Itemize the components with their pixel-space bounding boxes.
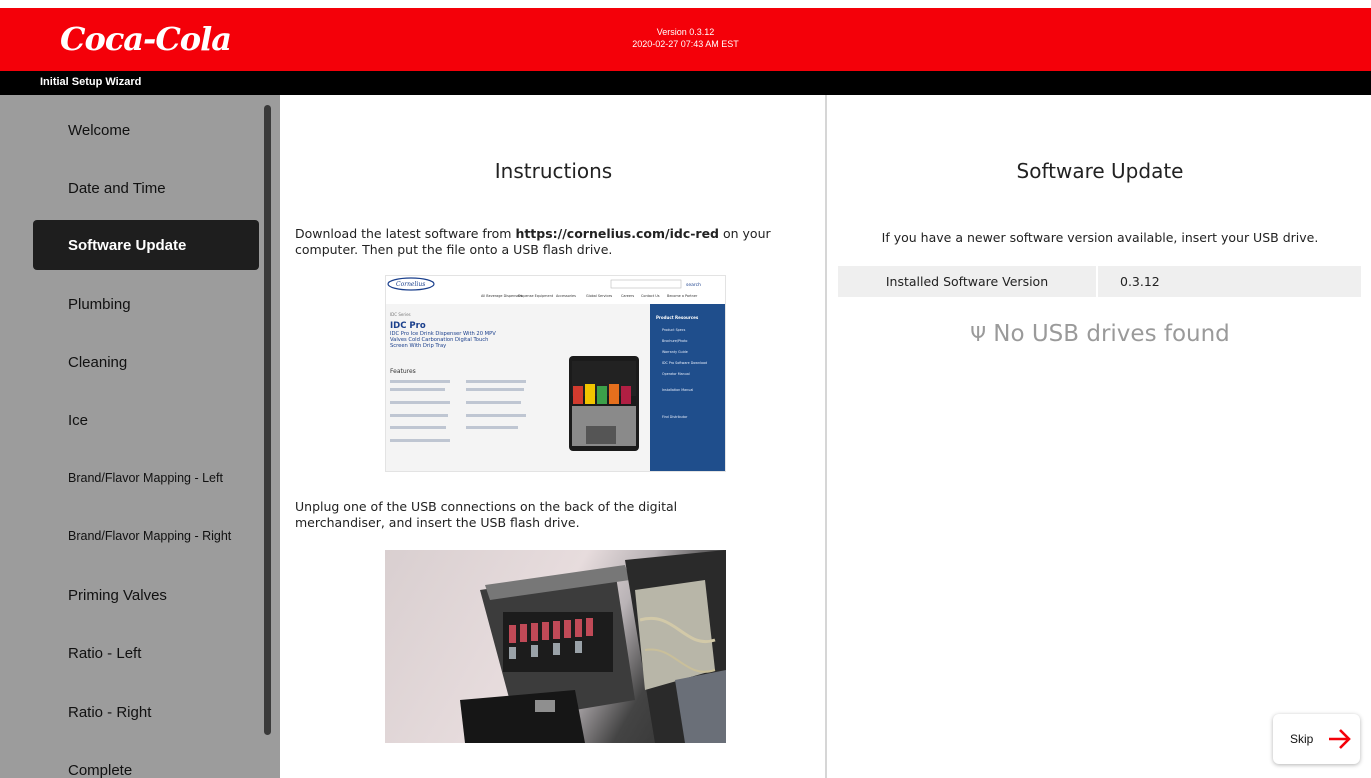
- usb-install-photo: [385, 550, 726, 743]
- website-features-title: Features: [390, 368, 416, 375]
- website-nav-3: Global Services: [586, 294, 612, 298]
- sidebar-item-ratio-right[interactable]: Ratio - Right: [33, 687, 259, 737]
- version-info: Version 0.3.12 2020-02-27 07:43 AM EST: [0, 26, 1371, 50]
- sidebar-item-brand-mapping-left[interactable]: Brand/Flavor Mapping - Left: [33, 453, 259, 503]
- website-screenshot: Cornelius search All Beverage Dispensers…: [385, 275, 726, 472]
- website-side-link-0: Product Specs: [662, 328, 686, 332]
- step-1-prefix: Download the latest software from: [295, 226, 516, 241]
- skip-button[interactable]: Skip: [1273, 714, 1360, 764]
- website-product: IDC Pro: [390, 321, 426, 331]
- sidebar-item-ice[interactable]: Ice: [33, 395, 259, 445]
- app-header: Coca-Cola Version 0.3.12 2020-02-27 07:4…: [0, 8, 1371, 71]
- sidebar-item-priming-valves[interactable]: Priming Valves: [33, 570, 259, 620]
- website-nav-0: All Beverage Dispensers: [481, 294, 523, 298]
- usb-status: Ψ No USB drives found: [829, 321, 1371, 347]
- arrow-right-icon: [1329, 729, 1351, 749]
- sidebar-item-brand-mapping-right[interactable]: Brand/Flavor Mapping - Right: [33, 511, 259, 561]
- usb-icon: Ψ: [970, 322, 986, 346]
- sidebar-item-complete[interactable]: Complete: [33, 745, 259, 778]
- instructions-step-1: Download the latest software from https:…: [295, 226, 820, 258]
- version-label: Version 0.3.12: [656, 27, 715, 37]
- software-update-prompt: If you have a newer software version ava…: [881, 230, 1319, 245]
- skip-label: Skip: [1290, 732, 1314, 746]
- website-brand: Cornelius: [396, 281, 425, 288]
- installed-version-row: Installed Software Version 0.3.12: [838, 266, 1361, 297]
- website-illustration: Cornelius search All Beverage Dispensers…: [386, 276, 725, 471]
- software-update-title: Software Update: [1016, 159, 1184, 183]
- website-side-link-3: IDC Pro Software Download: [662, 361, 707, 365]
- sidebar-item-plumbing[interactable]: Plumbing: [33, 279, 259, 329]
- website-nav-4: Careers: [621, 294, 634, 298]
- datetime-label: 2020-02-27 07:43 AM EST: [632, 39, 739, 49]
- photo-illustration: [460, 550, 726, 743]
- wizard-title: Initial Setup Wizard: [40, 76, 142, 88]
- instructions-title: Instructions: [494, 159, 613, 183]
- website-nav-5: Contact Us: [641, 294, 660, 298]
- sidebar-item-ratio-left[interactable]: Ratio - Left: [33, 628, 259, 678]
- website-category: IDC Series: [390, 312, 411, 317]
- sidebar-scrollbar[interactable]: [264, 105, 271, 735]
- website-side-title: Product Resources: [656, 315, 699, 320]
- top-margin: [0, 0, 1371, 8]
- website-side-link-1: Brochure/Photo: [662, 339, 687, 343]
- sidebar-item-cleaning[interactable]: Cleaning: [33, 337, 259, 387]
- instructions-panel: Instructions Download the latest softwar…: [280, 95, 827, 778]
- installed-version-value: 0.3.12: [1120, 274, 1160, 289]
- sidebar-item-software-update[interactable]: Software Update: [33, 220, 259, 270]
- website-nav-1: Dispense Equipment: [518, 294, 554, 298]
- wizard-sidebar: Welcome Date and Time Software Update Pl…: [0, 95, 280, 778]
- sidebar-item-date-and-time[interactable]: Date and Time: [33, 163, 259, 213]
- website-headline: IDC Pro Ice Drink Dispenser With 20 MPV …: [390, 331, 496, 349]
- wizard-bar: Initial Setup Wizard: [0, 71, 1371, 95]
- website-search-label: search: [686, 282, 701, 288]
- download-link: https://cornelius.com/idc-red: [515, 226, 720, 241]
- website-side-link-5: Installation Manual: [662, 388, 693, 392]
- website-nav-2: Accessories: [556, 294, 576, 298]
- sidebar-item-welcome[interactable]: Welcome: [33, 105, 259, 155]
- website-side-link-6: Find Distributor: [662, 415, 688, 419]
- website-side-link-4: Operator Manual: [662, 372, 690, 376]
- website-side-link-2: Warranty Guide: [662, 350, 688, 354]
- usb-status-text: No USB drives found: [993, 321, 1230, 347]
- instructions-step-2: Unplug one of the USB connections on the…: [295, 499, 678, 530]
- website-nav-6: Become a Partner: [667, 294, 698, 298]
- installed-version-label: Installed Software Version: [838, 266, 1098, 297]
- software-update-panel: Software Update If you have a newer soft…: [829, 95, 1371, 778]
